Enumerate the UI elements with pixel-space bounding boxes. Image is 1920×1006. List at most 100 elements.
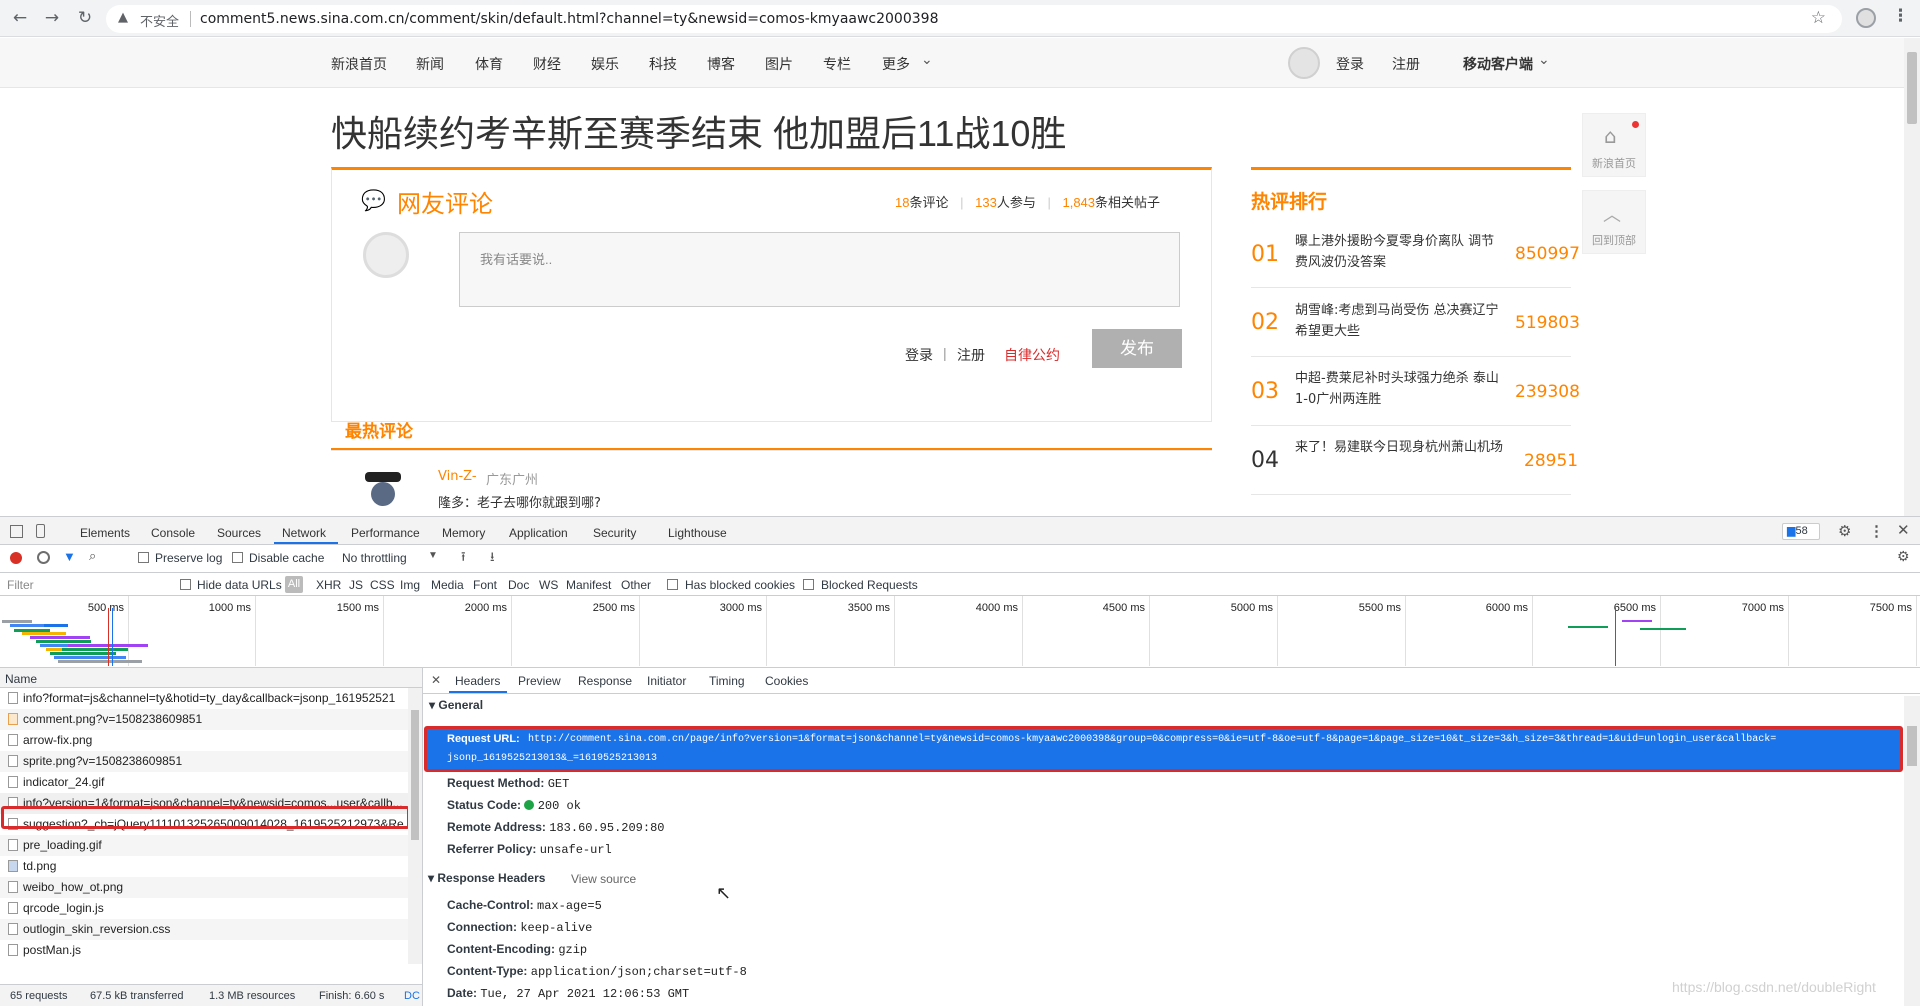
warning-icon[interactable]: ▲ bbox=[118, 10, 128, 25]
back-icon[interactable]: ← bbox=[10, 9, 30, 27]
detail-tab-headers[interactable]: Headers bbox=[455, 674, 500, 688]
tab-application[interactable]: Application bbox=[509, 526, 568, 540]
tab-security[interactable]: Security bbox=[593, 526, 636, 540]
settings-gear-icon[interactable]: ⚙ bbox=[1838, 522, 1851, 540]
preserve-log-checkbox[interactable] bbox=[138, 552, 149, 563]
messages-badge[interactable]: ▆58 bbox=[1782, 523, 1820, 540]
tab-memory[interactable]: Memory bbox=[442, 526, 485, 540]
nav-item-column[interactable]: 专栏 bbox=[823, 54, 851, 74]
insecure-label[interactable]: 不安全 bbox=[140, 11, 179, 30]
chevron-down-icon[interactable]: ⌄ bbox=[1538, 52, 1550, 68]
request-row[interactable]: sprite.png?v=1508238609851 bbox=[0, 751, 408, 772]
nav-item-sports[interactable]: 体育 bbox=[475, 54, 503, 74]
rank-title[interactable]: 胡雪峰:考虑到马尚受伤 总决赛辽宁希望更大些 bbox=[1295, 300, 1505, 342]
nav-item-news[interactable]: 新闻 bbox=[416, 54, 444, 74]
dropdown-arrow-icon[interactable]: ▼ bbox=[428, 550, 438, 561]
profile-avatar[interactable] bbox=[1856, 8, 1876, 28]
request-row[interactable]: info?format=js&channel=ty&hotid=ty_day&c… bbox=[0, 688, 408, 709]
general-section-toggle[interactable]: ▾ General bbox=[429, 698, 483, 712]
comment-register-link[interactable]: 注册 bbox=[957, 345, 985, 365]
request-row[interactable]: qrcode_login.js bbox=[0, 898, 408, 919]
filter-xhr[interactable]: XHR bbox=[316, 578, 341, 592]
url-text[interactable]: comment5.news.sina.com.cn/comment/skin/d… bbox=[200, 11, 938, 27]
filter-other[interactable]: Other bbox=[621, 578, 651, 592]
blocked-cookies-checkbox[interactable] bbox=[667, 579, 678, 590]
inspect-element-icon[interactable] bbox=[10, 525, 23, 538]
filter-img[interactable]: Img bbox=[400, 578, 420, 592]
close-detail-icon[interactable]: ✕ bbox=[431, 673, 441, 687]
browser-menu-icon[interactable]: ⋮ bbox=[1892, 6, 1909, 26]
detail-tab-timing[interactable]: Timing bbox=[709, 674, 745, 688]
nav-register[interactable]: 注册 bbox=[1392, 54, 1420, 74]
request-row[interactable]: pre_loading.gif bbox=[0, 835, 408, 856]
user-avatar-icon[interactable] bbox=[1288, 47, 1320, 79]
detail-tab-response[interactable]: Response bbox=[578, 674, 632, 688]
filter-doc[interactable]: Doc bbox=[508, 578, 529, 592]
participant-count[interactable]: 133 bbox=[975, 195, 997, 210]
nav-item-home[interactable]: 新浪首页 bbox=[331, 54, 387, 74]
nav-item-blog[interactable]: 博客 bbox=[707, 54, 735, 74]
import-har-icon[interactable]: ⭱ bbox=[461, 548, 466, 570]
clear-icon[interactable] bbox=[37, 551, 50, 564]
timeline-overview[interactable]: 500 ms 1000 ms 1500 ms 2000 ms 2500 ms 3000 m… bbox=[0, 596, 1920, 667]
nav-item-finance[interactable]: 财经 bbox=[533, 54, 561, 74]
request-row[interactable]: comment.png?v=1508238609851 bbox=[0, 709, 408, 730]
side-home-button[interactable]: ⌂ 新浪首页 bbox=[1582, 113, 1646, 177]
nav-item-more[interactable]: 更多 bbox=[882, 54, 910, 74]
export-har-icon[interactable]: ⭳ bbox=[490, 548, 495, 570]
rules-link[interactable]: 自律公约 bbox=[1004, 345, 1060, 365]
chevron-down-icon[interactable]: ⌄ bbox=[921, 52, 933, 68]
filter-js[interactable]: JS bbox=[349, 578, 363, 592]
tab-lighthouse[interactable]: Lighthouse bbox=[668, 526, 727, 540]
blocked-requests-checkbox[interactable] bbox=[803, 579, 814, 590]
forward-icon[interactable]: → bbox=[42, 9, 62, 27]
comment-input[interactable]: 我有话要说.. bbox=[459, 232, 1180, 307]
request-list-scrollbar[interactable] bbox=[408, 688, 422, 964]
filter-ws[interactable]: WS bbox=[539, 578, 558, 592]
filter-manifest[interactable]: Manifest bbox=[566, 578, 611, 592]
reload-icon[interactable]: ↻ bbox=[75, 9, 95, 27]
close-devtools-icon[interactable]: ✕ bbox=[1897, 521, 1910, 539]
name-column-header[interactable]: Name bbox=[5, 672, 37, 686]
address-bar[interactable]: ▲ 不安全 comment5.news.sina.com.cn/comment/… bbox=[106, 5, 1842, 33]
filter-css[interactable]: CSS bbox=[370, 578, 395, 592]
detail-tab-initiator[interactable]: Initiator bbox=[647, 674, 686, 688]
view-source-link[interactable]: View source bbox=[571, 872, 636, 886]
filter-funnel-icon[interactable]: ▼ bbox=[63, 549, 76, 564]
disable-cache-checkbox[interactable] bbox=[232, 552, 243, 563]
request-row[interactable]: indicator_24.gif bbox=[0, 772, 408, 793]
back-to-top-button[interactable]: ︿ 回到顶部 bbox=[1582, 190, 1646, 254]
headers-scrollbar-thumb[interactable] bbox=[1907, 726, 1917, 766]
response-headers-toggle[interactable]: ▾ Response Headers bbox=[428, 871, 545, 885]
tab-console[interactable]: Console bbox=[151, 526, 195, 540]
comment-count[interactable]: 18 bbox=[895, 195, 909, 210]
request-row[interactable]: outlogin_skin_reversion.css bbox=[0, 919, 408, 940]
commenter-avatar[interactable] bbox=[361, 470, 405, 516]
filter-input[interactable]: Filter bbox=[3, 575, 167, 593]
request-row[interactable]: weibo_how_ot.png bbox=[0, 877, 408, 898]
nav-item-tech[interactable]: 科技 bbox=[649, 54, 677, 74]
filter-all[interactable]: All bbox=[285, 576, 303, 593]
comment-login-link[interactable]: 登录 bbox=[905, 345, 933, 365]
devtools-menu-icon[interactable]: ⋮ bbox=[1869, 522, 1884, 540]
record-icon[interactable] bbox=[10, 552, 22, 564]
device-toolbar-icon[interactable] bbox=[36, 524, 45, 538]
rank-title[interactable]: 来了！易建联今日现身杭州萧山机场 bbox=[1295, 437, 1505, 458]
request-row[interactable]: postMan.js bbox=[0, 940, 408, 961]
nav-item-ent[interactable]: 娱乐 bbox=[591, 54, 619, 74]
bookmark-star-icon[interactable]: ☆ bbox=[1811, 8, 1826, 28]
publish-button[interactable]: 发布 bbox=[1092, 329, 1182, 368]
nav-item-photo[interactable]: 图片 bbox=[765, 54, 793, 74]
nav-mobile-client[interactable]: 移动客户端 bbox=[1463, 54, 1533, 74]
request-url-row[interactable]: Request URL: http://comment.sina.com.cn/… bbox=[427, 729, 1900, 769]
filter-font[interactable]: Font bbox=[473, 578, 497, 592]
search-icon[interactable]: ⌕ bbox=[89, 548, 96, 564]
nav-login[interactable]: 登录 bbox=[1336, 54, 1364, 74]
headers-scrollbar[interactable] bbox=[1904, 696, 1920, 1006]
related-count[interactable]: 1,843 bbox=[1062, 195, 1095, 210]
detail-tab-preview[interactable]: Preview bbox=[518, 674, 561, 688]
detail-tab-cookies[interactable]: Cookies bbox=[765, 674, 808, 688]
network-settings-icon[interactable]: ⚙ bbox=[1897, 548, 1910, 565]
comment-username[interactable]: Vin-Z- bbox=[438, 469, 477, 484]
tab-sources[interactable]: Sources bbox=[217, 526, 261, 540]
